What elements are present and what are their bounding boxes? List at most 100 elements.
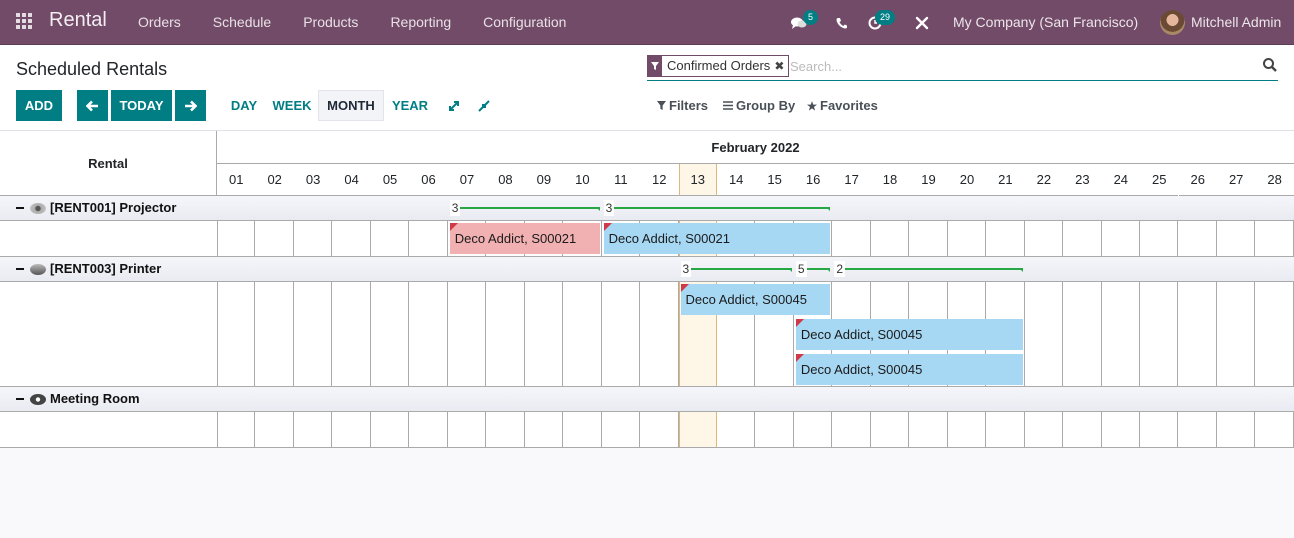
menu-configuration[interactable]: Configuration [467, 0, 582, 45]
gantt-cell[interactable] [371, 221, 410, 256]
scale-day-button[interactable]: DAY [224, 90, 264, 121]
gantt-cell[interactable] [409, 412, 448, 447]
next-button[interactable] [175, 90, 206, 121]
app-brand[interactable]: Rental [49, 9, 107, 32]
apps-menu-icon[interactable] [16, 13, 34, 31]
gantt-cell[interactable] [640, 412, 679, 447]
menu-schedule[interactable]: Schedule [197, 0, 287, 45]
gantt-cell[interactable] [332, 282, 371, 386]
gantt-cell[interactable] [755, 412, 794, 447]
gantt-cell[interactable] [1179, 221, 1217, 256]
rental-pill[interactable]: Deco Addict, S00045 [680, 284, 831, 315]
rental-pill[interactable]: Deco Addict, S00045 [795, 319, 1023, 350]
expand-rows-button[interactable] [444, 90, 464, 121]
gantt-cell[interactable] [602, 412, 641, 447]
gantt-cell[interactable] [448, 282, 487, 386]
gantt-cell[interactable] [294, 282, 333, 386]
previous-button[interactable] [77, 90, 108, 121]
gantt-cell[interactable] [640, 282, 679, 386]
gantt-cell[interactable] [217, 412, 256, 447]
scale-year-button[interactable]: YEAR [388, 90, 432, 121]
collapse-rows-button[interactable] [474, 90, 494, 121]
gantt-cell[interactable] [1255, 221, 1294, 256]
menu-reporting[interactable]: Reporting [374, 0, 467, 45]
gantt-cell[interactable] [794, 412, 833, 447]
gantt-cell[interactable] [255, 412, 294, 447]
gantt-cell[interactable] [986, 412, 1025, 447]
gantt-cell[interactable] [717, 412, 756, 447]
today-button[interactable]: TODAY [111, 90, 172, 121]
gantt-cell[interactable] [1140, 412, 1179, 447]
gantt-cell[interactable] [563, 282, 602, 386]
company-switcher[interactable]: My Company (San Francisco) [953, 14, 1138, 30]
phone-button[interactable] [834, 0, 850, 45]
debug-tools-button[interactable] [913, 0, 931, 45]
add-button[interactable]: ADD [16, 90, 62, 121]
gantt-cell[interactable] [1140, 282, 1179, 386]
group-toggle[interactable]: [RENT003] Printer [16, 257, 161, 281]
gantt-cell[interactable] [1255, 282, 1294, 386]
gantt-cell[interactable] [1179, 412, 1217, 447]
rental-pill[interactable]: Deco Addict, S00021 [603, 223, 831, 254]
group-toggle[interactable]: [RENT001] Projector [16, 196, 176, 220]
gantt-cell[interactable] [294, 412, 333, 447]
gantt-cell[interactable] [832, 412, 871, 447]
gantt-cell[interactable] [294, 221, 333, 256]
gantt-cell[interactable] [1063, 412, 1102, 447]
gantt-cell[interactable] [832, 221, 871, 256]
gantt-cell[interactable] [332, 221, 371, 256]
gantt-cell[interactable] [1217, 221, 1256, 256]
gantt-cell[interactable] [1179, 282, 1217, 386]
gantt-cell[interactable] [332, 412, 371, 447]
gantt-cell[interactable] [1255, 412, 1294, 447]
gantt-cell[interactable] [409, 282, 448, 386]
menu-products[interactable]: Products [287, 0, 374, 45]
gantt-cell[interactable] [909, 412, 948, 447]
scale-week-button[interactable]: WEEK [268, 90, 316, 121]
gantt-cell[interactable] [448, 412, 487, 447]
gantt-cell[interactable] [217, 221, 256, 256]
gantt-cell[interactable] [217, 282, 256, 386]
search-icon[interactable] [1262, 57, 1278, 73]
gantt-cell[interactable] [1063, 282, 1102, 386]
user-menu[interactable]: Mitchell Admin [1191, 14, 1281, 30]
gantt-cell[interactable] [678, 412, 717, 447]
favorites-button[interactable]: Favorites [807, 98, 878, 113]
gantt-cell[interactable] [602, 282, 641, 386]
gantt-cell[interactable] [255, 221, 294, 256]
rental-pill[interactable]: Deco Addict, S00021 [449, 223, 600, 254]
filters-button[interactable]: Filters [657, 98, 708, 113]
gantt-cell[interactable] [1102, 282, 1141, 386]
gantt-cell[interactable] [948, 221, 987, 256]
gantt-cell[interactable] [948, 412, 987, 447]
gantt-cell[interactable] [525, 282, 564, 386]
gantt-cell[interactable] [255, 282, 294, 386]
menu-orders[interactable]: Orders [122, 0, 197, 45]
gantt-cell[interactable] [1025, 221, 1064, 256]
gantt-cell[interactable] [1217, 282, 1256, 386]
gantt-cell[interactable] [563, 412, 602, 447]
gantt-cell[interactable] [871, 412, 910, 447]
gantt-cell[interactable] [409, 221, 448, 256]
group-by-button[interactable]: Group By [723, 98, 795, 113]
gantt-cell[interactable] [871, 221, 910, 256]
gantt-cell[interactable] [525, 412, 564, 447]
gantt-cell[interactable] [1025, 412, 1064, 447]
gantt-cell[interactable] [371, 412, 410, 447]
gantt-cell[interactable] [1025, 282, 1064, 386]
gantt-cell[interactable] [371, 282, 410, 386]
gantt-cell[interactable] [1140, 221, 1179, 256]
user-avatar[interactable] [1160, 10, 1185, 35]
gantt-cell[interactable] [1063, 221, 1102, 256]
gantt-cell[interactable] [486, 412, 525, 447]
gantt-cell[interactable] [1217, 412, 1256, 447]
gantt-cell[interactable] [486, 282, 525, 386]
gantt-cell[interactable] [1102, 412, 1141, 447]
facet-remove-icon[interactable]: ✖ [774, 56, 788, 76]
group-toggle[interactable]: Meeting Room [16, 387, 140, 411]
gantt-cell[interactable] [909, 221, 948, 256]
rental-pill[interactable]: Deco Addict, S00045 [795, 354, 1023, 385]
gantt-cell[interactable] [986, 221, 1025, 256]
gantt-cell[interactable] [1102, 221, 1141, 256]
search-input[interactable] [790, 55, 1250, 77]
